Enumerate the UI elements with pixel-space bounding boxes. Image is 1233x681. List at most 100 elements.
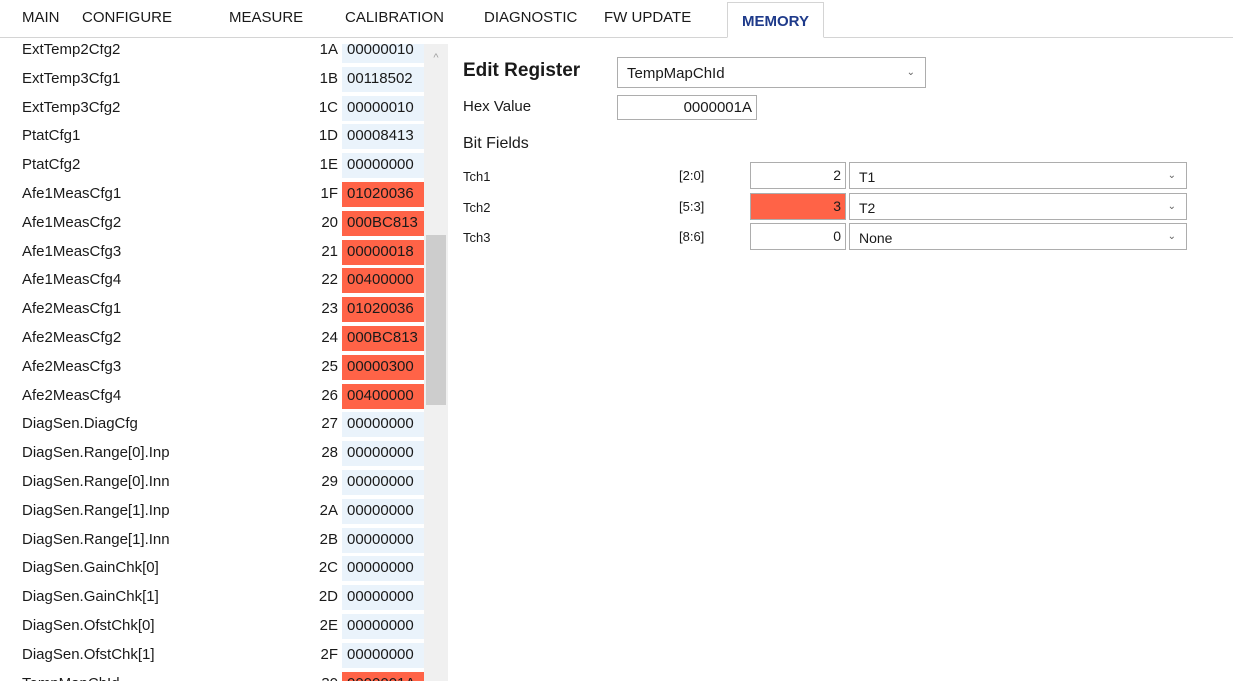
chevron-down-icon[interactable]: ⌄: [907, 67, 915, 78]
register-value[interactable]: 00000000: [342, 412, 424, 438]
bit-field-range: [8:6]: [679, 229, 705, 244]
register-address: 2F: [320, 645, 338, 663]
register-row[interactable]: DiagSen.Range[0].Inn 29 00000000: [10, 470, 448, 495]
register-row[interactable]: Afe2MeasCfg2 24 000BC813: [10, 326, 448, 351]
register-row[interactable]: Afe1MeasCfg1 1F 01020036: [10, 182, 448, 207]
register-address: 2C: [318, 559, 338, 577]
register-name: ExtTemp3Cfg1: [22, 69, 121, 87]
register-row[interactable]: DiagSen.DiagCfg 27 00000000: [10, 412, 448, 438]
register-row[interactable]: TempMapChId 30 0000001A: [10, 671, 448, 681]
bit-field-select-value: None: [859, 230, 893, 246]
register-row[interactable]: DiagSen.GainChk[1] 2D 00000000: [10, 585, 448, 611]
hex-value-input[interactable]: 0000001A: [617, 95, 757, 120]
register-address: 1E: [319, 156, 338, 174]
register-row[interactable]: Afe1MeasCfg4 22 00400000: [10, 268, 448, 294]
tab-diagnostic[interactable]: DIAGNOSTIC: [484, 9, 577, 33]
bit-field-range: [5:3]: [679, 199, 705, 214]
tab-configure[interactable]: CONFIGURE: [82, 9, 172, 33]
register-value[interactable]: 00000300: [342, 354, 424, 380]
register-name: Afe2MeasCfg3: [22, 357, 122, 375]
register-name: DiagSen.GainChk[0]: [22, 559, 159, 577]
tab-bar-divider: [0, 37, 1233, 38]
register-value[interactable]: 00000000: [342, 527, 424, 553]
register-value[interactable]: 00000010: [342, 95, 424, 121]
tab-measure[interactable]: MEASURE: [229, 9, 303, 33]
register-select[interactable]: TempMapChId ⌄: [617, 57, 926, 88]
bit-field-select[interactable]: T2 ⌄: [849, 193, 1187, 220]
register-address: 22: [321, 271, 338, 289]
register-row[interactable]: Afe1MeasCfg3 21 00000018: [10, 239, 448, 265]
tab-main[interactable]: MAIN: [22, 9, 60, 33]
register-value[interactable]: 00400000: [342, 383, 424, 409]
register-address: 30: [321, 675, 338, 681]
register-name: DiagSen.Range[1].Inp: [22, 501, 170, 519]
register-value[interactable]: 00000000: [342, 470, 424, 495]
register-address: 1B: [319, 69, 338, 87]
register-value[interactable]: 00000000: [342, 614, 424, 639]
bit-field-select[interactable]: T1 ⌄: [849, 162, 1187, 189]
register-address: 25: [321, 357, 338, 375]
register-row[interactable]: Afe2MeasCfg1 23 01020036: [10, 297, 448, 323]
chevron-down-icon[interactable]: ⌄: [1168, 170, 1176, 181]
scroll-up-arrow-icon[interactable]: ^: [424, 52, 448, 68]
hex-value-label: Hex Value: [463, 98, 532, 115]
scrollbar-thumb[interactable]: [426, 235, 446, 405]
register-name: DiagSen.Range[0].Inn: [22, 473, 170, 490]
chevron-down-icon[interactable]: ⌄: [1168, 201, 1176, 212]
bit-field-name: Tch2: [463, 200, 491, 215]
bit-field-select-value: T2: [859, 200, 876, 216]
register-row[interactable]: DiagSen.OfstChk[1] 2F 00000000: [10, 642, 448, 668]
tab-memory[interactable]: MEMORY: [727, 2, 824, 38]
register-address: 23: [321, 300, 338, 318]
register-value[interactable]: 00000000: [342, 642, 424, 668]
register-row[interactable]: DiagSen.Range[1].Inp 2A 00000000: [10, 498, 448, 524]
chevron-down-icon[interactable]: ⌄: [1168, 231, 1176, 242]
tab-calibration[interactable]: CALIBRATION: [345, 9, 444, 33]
bit-field-value-input[interactable]: 2: [750, 162, 846, 189]
register-address: 1A: [319, 44, 338, 58]
register-value[interactable]: 000BC813: [342, 326, 424, 351]
tab-fw-update[interactable]: FW UPDATE: [604, 9, 691, 33]
register-row[interactable]: ExtTemp2Cfg2 1A 00000010: [10, 44, 448, 63]
register-value[interactable]: 00000000: [342, 441, 424, 467]
register-address: 2D: [318, 588, 338, 606]
register-value[interactable]: 01020036: [342, 297, 424, 323]
register-row[interactable]: ExtTemp3Cfg1 1B 00118502: [10, 66, 448, 92]
register-address: 28: [321, 444, 338, 462]
bit-field-value-input[interactable]: 3: [750, 193, 846, 220]
register-value[interactable]: 00000018: [342, 239, 424, 265]
register-name: ExtTemp2Cfg2: [22, 44, 121, 58]
register-row[interactable]: DiagSen.OfstChk[0] 2E 00000000: [10, 614, 448, 639]
register-value[interactable]: 00000000: [342, 153, 424, 179]
register-value[interactable]: 00008413: [342, 124, 424, 150]
register-value[interactable]: 00400000: [342, 268, 424, 294]
register-row[interactable]: ExtTemp3Cfg2 1C 00000010: [10, 95, 448, 121]
register-address: 1D: [318, 127, 338, 145]
bit-field-value-input[interactable]: 0: [750, 223, 846, 250]
register-name: Afe2MeasCfg4: [22, 386, 122, 404]
register-row[interactable]: Afe1MeasCfg2 20 000BC813: [10, 210, 448, 236]
register-list[interactable]: ExtTemp2Cfg2 1A 00000010 ExtTemp3Cfg1 1B 0011…: [10, 44, 448, 681]
register-address: 2A: [319, 501, 338, 519]
register-row[interactable]: PtatCfg2 1E 00000000: [10, 153, 448, 179]
register-value[interactable]: 00000000: [342, 498, 424, 524]
register-row[interactable]: DiagSen.Range[0].Inp 28 00000000: [10, 441, 448, 467]
register-row[interactable]: Afe2MeasCfg4 26 00400000: [10, 383, 448, 409]
register-list-scrollbar[interactable]: ^: [424, 44, 448, 681]
register-value[interactable]: 00000010: [342, 44, 424, 63]
register-address: 1C: [318, 98, 338, 116]
register-value[interactable]: 000BC813: [342, 210, 424, 236]
edit-register-title: Edit Register: [463, 60, 581, 81]
register-row[interactable]: Afe2MeasCfg3 25 00000300: [10, 354, 448, 380]
bit-field-name: Tch3: [463, 230, 491, 245]
register-value[interactable]: 00118502: [342, 66, 424, 92]
register-name: PtatCfg2: [22, 156, 81, 174]
register-row[interactable]: DiagSen.GainChk[0] 2C 00000000: [10, 556, 448, 582]
register-value[interactable]: 00000000: [342, 556, 424, 582]
register-row[interactable]: PtatCfg1 1D 00008413: [10, 124, 448, 150]
register-value[interactable]: 0000001A: [342, 671, 424, 681]
register-row[interactable]: DiagSen.Range[1].Inn 2B 00000000: [10, 527, 448, 553]
bit-field-select[interactable]: None ⌄: [849, 223, 1187, 250]
register-value[interactable]: 01020036: [342, 182, 424, 207]
register-value[interactable]: 00000000: [342, 585, 424, 611]
